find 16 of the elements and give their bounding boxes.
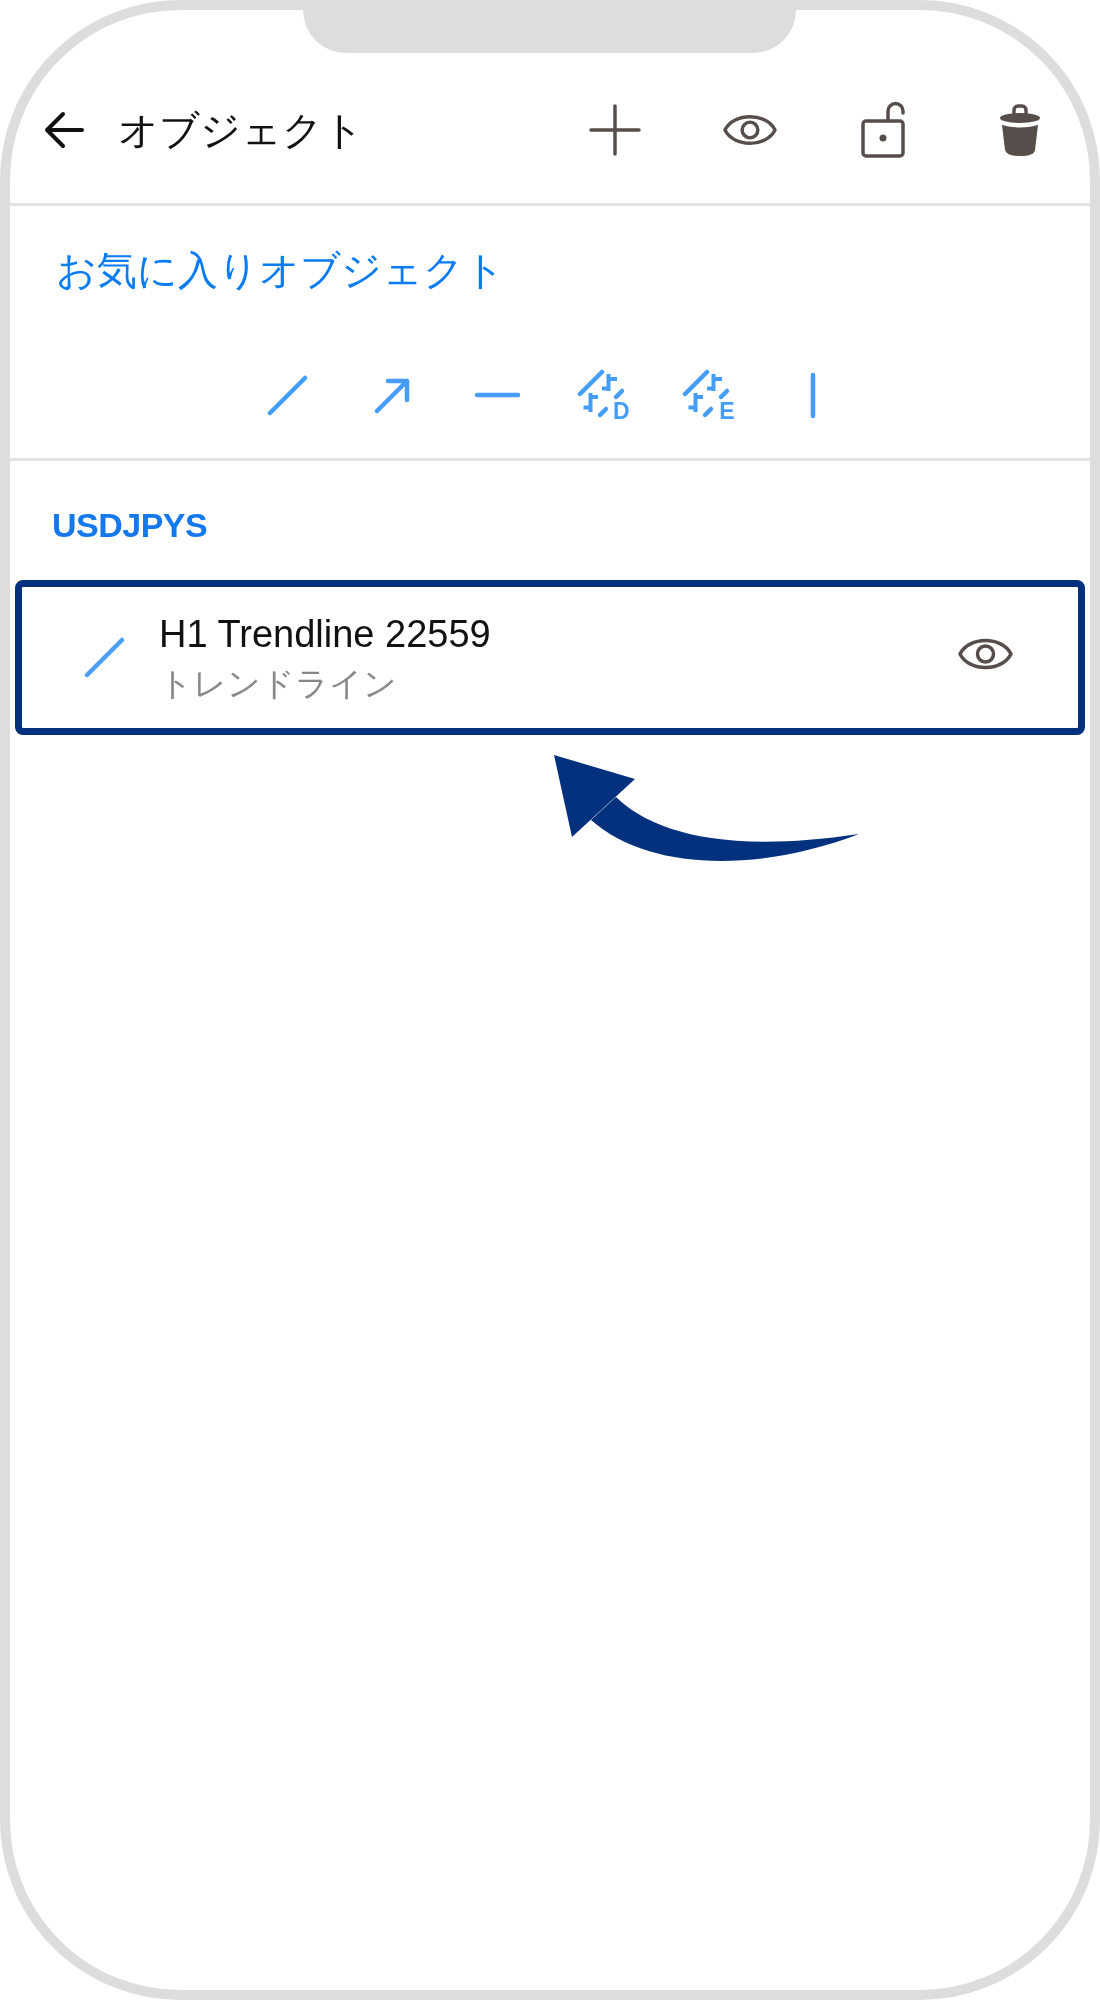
horizontal-line-icon <box>474 392 521 398</box>
diagonal-line-icon <box>267 374 308 416</box>
symbol-heading: USDJPYS <box>52 505 208 545</box>
section-title: お気に入りオブジェクト <box>56 247 505 294</box>
screen-title: オブジェクト <box>118 106 364 154</box>
arrow-icon <box>374 376 411 414</box>
plus-icon <box>589 103 641 156</box>
tool-button[interactable]: D <box>572 368 633 422</box>
highlighted-object-row[interactable]: H1 Trendline 22559 トレンドライン <box>15 580 1085 735</box>
vertical-line-icon <box>809 371 816 419</box>
object-type: トレンドライン <box>159 663 397 704</box>
back-arrow-icon <box>43 109 85 150</box>
trash-icon <box>999 102 1041 157</box>
diagonal-line-icon <box>84 637 125 678</box>
tool-button[interactable]: E <box>677 368 738 422</box>
object-name: H1 Trendline 22559 <box>159 611 491 656</box>
